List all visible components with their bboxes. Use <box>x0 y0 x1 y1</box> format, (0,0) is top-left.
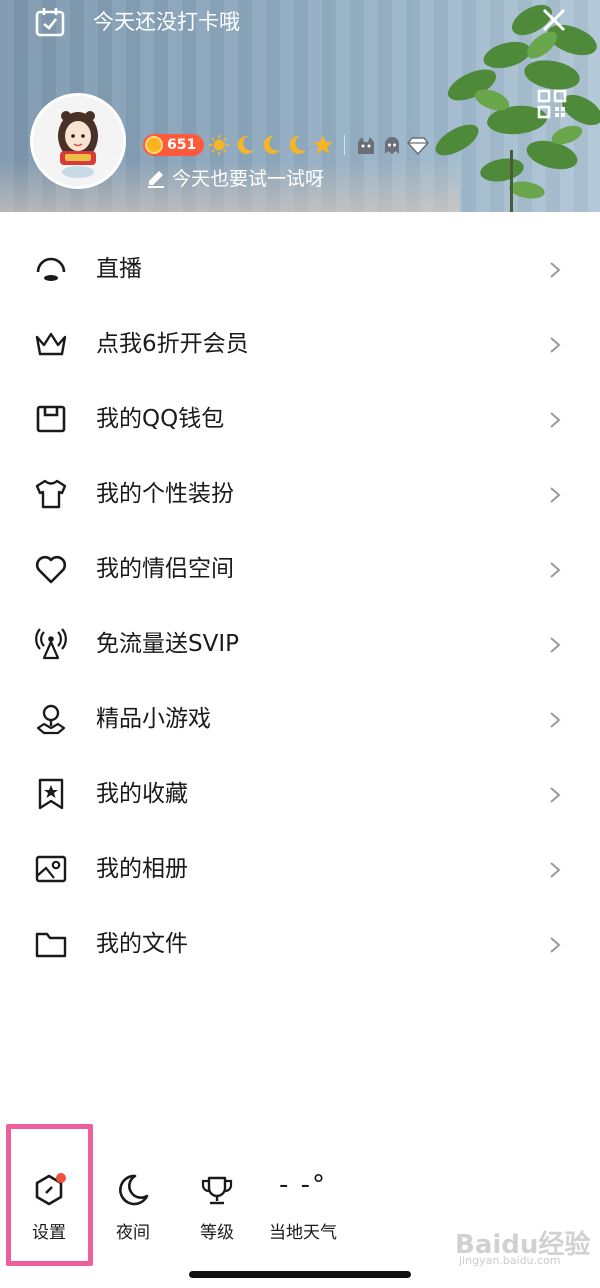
settings-highlight-box <box>6 1124 93 1266</box>
avatar-illustration <box>33 96 123 186</box>
cat-pet-icon <box>358 137 375 154</box>
heart-icon <box>35 555 67 584</box>
crown-icon <box>35 332 67 356</box>
chevron-right-icon <box>550 262 561 278</box>
menu-item-label: 点我6折开会员 <box>96 331 249 357</box>
coin-icon <box>145 136 163 154</box>
signature-edit[interactable]: 今天也要试一试呀 <box>146 164 324 191</box>
menu-item-label: 我的收藏 <box>96 781 188 807</box>
menu-item-label: 直播 <box>96 256 142 282</box>
star-level-icon <box>313 135 334 154</box>
bookmark-star-icon <box>38 778 64 810</box>
coin-count: 651 <box>167 137 197 153</box>
home-indicator[interactable] <box>189 1271 411 1278</box>
chevron-right-icon <box>550 637 561 653</box>
close-icon[interactable] <box>538 4 570 36</box>
folder-icon <box>35 932 67 958</box>
menu-item-label: 免流量送SVIP <box>96 631 239 657</box>
live-icon <box>36 257 66 281</box>
tshirt-icon <box>35 479 67 509</box>
signature-text: 今天也要试一试呀 <box>172 168 325 190</box>
menu-item-label: 我的个性装扮 <box>96 481 234 507</box>
local-weather-button[interactable]: - -° 当地天气 <box>263 1160 343 1250</box>
menu-item-files[interactable]: 我的文件 <box>0 907 600 982</box>
checkin-status-text[interactable]: 今天还没打卡哦 <box>93 6 240 38</box>
moon-icon <box>119 1174 149 1206</box>
menu-item-wallet[interactable]: 我的QQ钱包 <box>0 382 600 457</box>
game-pin-icon <box>36 704 66 735</box>
ghost-pet-icon <box>385 137 400 154</box>
chevron-right-icon <box>550 337 561 353</box>
signal-tower-icon <box>35 628 67 660</box>
night-mode-label: 夜间 <box>116 1223 150 1243</box>
night-mode-button[interactable]: 夜间 <box>93 1160 173 1250</box>
pencil-icon <box>148 170 164 188</box>
plant-decoration <box>435 4 600 212</box>
menu-item-mini-games[interactable]: 精品小游戏 <box>0 682 600 757</box>
chevron-right-icon <box>550 937 561 953</box>
menu-item-couple-space[interactable]: 我的情侣空间 <box>0 532 600 607</box>
level-badges[interactable]: 651 <box>143 133 430 157</box>
trophy-icon <box>201 1176 233 1205</box>
coin-badge[interactable]: 651 <box>143 134 205 156</box>
menu-item-favorites[interactable]: 我的收藏 <box>0 757 600 832</box>
level-button[interactable]: 等级 <box>177 1160 257 1250</box>
profile-header: 今天还没打卡哦 651 今天也要试一试呀 <box>0 0 600 212</box>
chevron-right-icon <box>550 712 561 728</box>
weather-temperature: - -° <box>278 1170 328 1200</box>
chevron-right-icon <box>550 562 561 578</box>
menu-item-free-data[interactable]: 免流量送SVIP <box>0 607 600 682</box>
calendar-check-icon[interactable] <box>34 6 66 38</box>
sun-level-icon <box>209 135 230 155</box>
level-label: 等级 <box>200 1223 234 1243</box>
chevron-right-icon <box>550 412 561 428</box>
moon-level-icon <box>237 135 255 154</box>
weather-label: 当地天气 <box>269 1223 337 1243</box>
menu-item-dressup[interactable]: 我的个性装扮 <box>0 457 600 532</box>
watermark-sub: jingyan.baidu.com <box>459 1254 561 1267</box>
wallet-icon <box>36 405 66 433</box>
chevron-right-icon <box>550 487 561 503</box>
moon-level-icon <box>263 135 281 154</box>
menu-item-label: 我的QQ钱包 <box>96 406 225 432</box>
album-icon <box>35 855 67 883</box>
menu-item-label: 我的情侣空间 <box>96 556 234 582</box>
badge-divider <box>344 135 346 155</box>
menu-item-album[interactable]: 我的相册 <box>0 832 600 907</box>
menu-item-label: 我的文件 <box>96 931 188 957</box>
chevron-right-icon <box>550 862 561 878</box>
menu-item-live[interactable]: 直播 <box>0 232 600 307</box>
qr-code-icon[interactable] <box>536 88 568 120</box>
baidu-watermark: Baidu经验 jingyan.baidu.com <box>455 1220 595 1270</box>
menu-item-vip[interactable]: 点我6折开会员 <box>0 307 600 382</box>
avatar[interactable] <box>30 93 126 189</box>
moon-level-icon <box>289 135 307 154</box>
menu-item-label: 我的相册 <box>96 856 188 882</box>
diamond-icon <box>407 137 430 156</box>
chevron-right-icon <box>550 787 561 803</box>
menu-item-label: 精品小游戏 <box>96 706 211 732</box>
